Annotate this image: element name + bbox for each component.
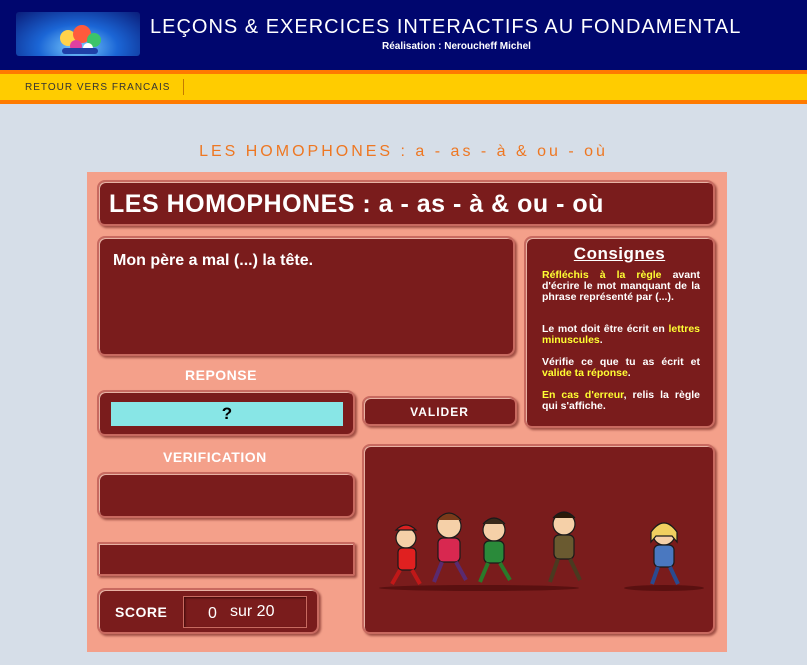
nav-divider xyxy=(0,100,807,104)
site-logo xyxy=(16,12,140,56)
score-label: SCORE xyxy=(115,604,168,620)
answer-box xyxy=(97,390,355,436)
instruction-1: Réfléchis à la règle avant d'écrire le m… xyxy=(542,270,700,303)
instructions-box: Consignes Réfléchis à la règle avant d'é… xyxy=(524,236,715,428)
score-box: SCORE 0 sur 20 xyxy=(97,588,319,634)
instruction-2: Le mot doit être écrit en lettres minusc… xyxy=(542,324,700,346)
instruction-4: En cas d'erreur, relis la règle qui s'af… xyxy=(542,390,700,412)
validate-button[interactable]: VALIDER xyxy=(362,396,517,426)
instruction-2-end: . xyxy=(599,334,603,346)
cartoon-characters-logo-icon xyxy=(60,25,101,54)
verification-box xyxy=(97,472,355,518)
score-field: 0 sur 20 xyxy=(183,596,307,628)
page-heading: LES HOMOPHONES : a - as - à & ou - où xyxy=(199,143,608,160)
nav-bar: RETOUR VERS FRANCAIS xyxy=(0,74,807,100)
instructions-title: Consignes xyxy=(573,244,666,263)
exercise-title: LES HOMOPHONES : a - as - à & ou - où xyxy=(109,190,604,218)
instruction-3-highlight: valide ta réponse xyxy=(542,367,628,379)
site-author: Réalisation : Neroucheff Michel xyxy=(382,41,531,52)
site-header: LEÇONS & EXERCICES INTERACTIFS AU FONDAM… xyxy=(0,0,807,70)
answer-label: REPONSE xyxy=(185,367,257,383)
nav-separator xyxy=(183,79,184,95)
instruction-3: Vérifie ce que tu as écrit et valide ta … xyxy=(542,357,700,379)
running-children-icon xyxy=(379,511,704,591)
instruction-3-end: . xyxy=(627,367,631,379)
feedback-box xyxy=(97,542,355,576)
verification-label: VERIFICATION xyxy=(163,449,267,465)
illustration-box xyxy=(362,444,715,634)
question-box: Mon père a mal (...) la tête. xyxy=(97,236,515,356)
question-text: Mon père a mal (...) la tête. xyxy=(113,252,314,269)
exercise-panel: LES HOMOPHONES : a - as - à & ou - où Mo… xyxy=(87,172,727,652)
score-total: sur 20 xyxy=(230,603,275,620)
answer-input[interactable] xyxy=(111,402,343,426)
validate-label: VALIDER xyxy=(410,405,469,419)
site-title: LEÇONS & EXERCICES INTERACTIFS AU FONDAM… xyxy=(150,16,742,38)
score-value: 0 xyxy=(208,605,217,622)
exercise-title-bar: LES HOMOPHONES : a - as - à & ou - où xyxy=(97,180,715,226)
back-to-french-link[interactable]: RETOUR VERS FRANCAIS xyxy=(25,82,170,93)
